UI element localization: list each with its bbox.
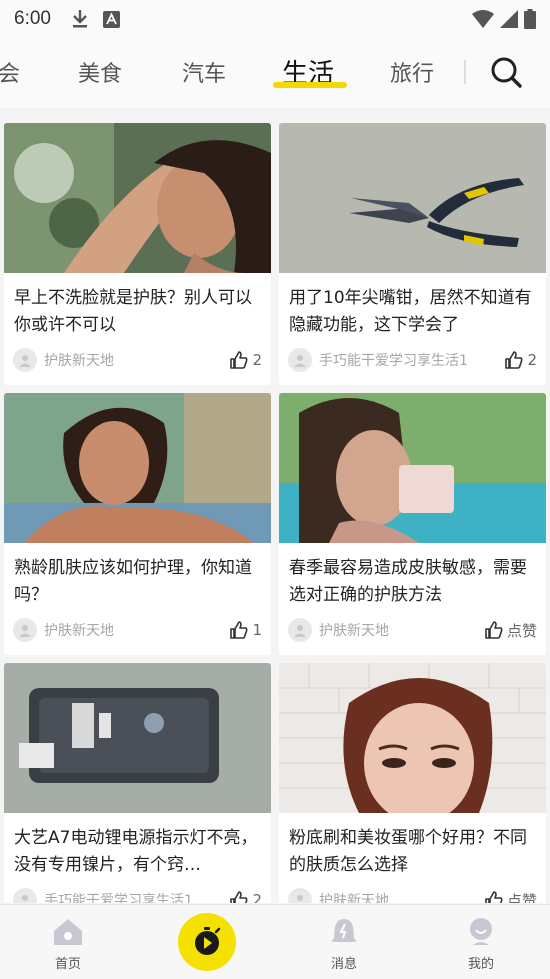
avatar[interactable] (13, 618, 37, 642)
like-button[interactable]: 2 (504, 350, 537, 370)
thumbs-up-icon (505, 351, 523, 369)
author-name[interactable]: 手巧能干爱学习享生活1 (319, 350, 468, 370)
play-icon (195, 927, 221, 955)
bottom-nav: 首页 消息 我的 (0, 904, 550, 979)
nav-home-label: 首页 (54, 957, 81, 972)
nav-messages-label: 消息 (330, 957, 357, 972)
user-icon (19, 355, 31, 367)
card-title: 用了10年尖嘴钳，居然不知道有隐藏功能，这下学会了 (289, 288, 532, 335)
user-icon (294, 355, 306, 367)
nav-mine-label: 我的 (467, 957, 494, 972)
woman-makeup-photo (279, 663, 546, 813)
nav-home[interactable]: 首页 (33, 915, 103, 972)
author-name[interactable]: 护肤新天地 (319, 620, 389, 640)
woman-pool-photo (4, 393, 271, 543)
card-title: 粉底刷和美妆蛋哪个好用？不同的肤质怎么选择 (289, 828, 527, 875)
woman-drinking-photo (279, 393, 546, 543)
card-title: 大艺A7电动锂电源指示灯不亮，没有专用镍片，有个窍… (14, 828, 258, 875)
user-icon (22, 895, 28, 901)
card-title: 熟龄肌肤应该如何护理，你知道吗？ (14, 558, 252, 605)
like-count: 2 (527, 351, 537, 369)
avatar[interactable] (13, 348, 37, 372)
like-button[interactable]: 点赞 (484, 620, 537, 641)
wifi-icon (472, 10, 494, 28)
like-count: 2 (252, 351, 262, 369)
status-bar: 6:00 (0, 0, 550, 38)
thumbs-up-icon (230, 621, 248, 639)
active-tab-indicator (273, 82, 347, 88)
tab-cars[interactable]: 汽车 (182, 56, 226, 88)
home-icon (54, 919, 82, 945)
author-name[interactable]: 护肤新天地 (44, 350, 114, 370)
user-icon (297, 895, 303, 901)
video-card[interactable]: 大艺A7电动锂电源指示灯不亮，没有专用镍片，有个窍… 手巧能干爱学习享生活1 2 (4, 663, 271, 903)
profile-icon (470, 918, 492, 945)
card-title: 春季最容易造成皮肤敏感，需要选对正确的护肤方法 (289, 558, 527, 605)
video-card[interactable]: 春季最容易造成皮肤敏感，需要选对正确的护肤方法 护肤新天地 点赞 (279, 393, 546, 655)
video-feed: 早上不洗脸就是护肤？别人可以你或许不可以 护肤新天地 2 用了10年尖嘴钳，居然… (4, 123, 548, 903)
tab-food[interactable]: 美食 (78, 56, 122, 88)
bell-icon (332, 919, 356, 942)
author-name[interactable]: 手巧能干爱学习享生活1 (44, 890, 193, 903)
nav-mine[interactable]: 我的 (446, 915, 516, 972)
battery-icon (524, 9, 536, 29)
thumbs-up-icon (230, 351, 248, 369)
like-button[interactable]: 2 (229, 890, 262, 903)
author-name[interactable]: 护肤新天地 (44, 620, 114, 640)
video-play-button[interactable] (178, 913, 236, 971)
like-count: 点赞 (506, 891, 537, 904)
tab-divider (464, 60, 466, 84)
like-count: 2 (252, 891, 262, 903)
user-icon (294, 625, 306, 637)
video-card[interactable]: 早上不洗脸就是护肤？别人可以你或许不可以 护肤新天地 2 (4, 123, 271, 385)
author-name[interactable]: 护肤新天地 (319, 890, 389, 903)
search-icon[interactable] (488, 54, 524, 90)
download-icon (72, 10, 87, 28)
user-icon (19, 625, 31, 637)
video-card[interactable]: 用了10年尖嘴钳，居然不知道有隐藏功能，这下学会了 手巧能干爱学习享生活1 2 (279, 123, 546, 385)
video-card[interactable]: 熟龄肌肤应该如何护理，你知道吗？ 护肤新天地 1 (4, 393, 271, 655)
avatar[interactable] (288, 888, 312, 903)
thumbs-up-icon (485, 891, 503, 903)
status-time: 6:00 (14, 8, 51, 29)
card-title: 早上不洗脸就是护肤？别人可以你或许不可以 (14, 288, 252, 335)
thumbs-up-icon (230, 891, 248, 903)
like-button[interactable]: 2 (229, 350, 262, 370)
avatar[interactable] (13, 888, 37, 903)
thumbs-up-icon (485, 621, 503, 639)
like-button[interactable]: 点赞 (484, 890, 537, 904)
tab-travel[interactable]: 旅行 (390, 56, 434, 88)
like-count: 点赞 (506, 621, 537, 640)
avatar[interactable] (288, 618, 312, 642)
like-button[interactable]: 1 (229, 620, 262, 640)
nav-messages[interactable]: 消息 (309, 915, 379, 972)
pliers-photo (279, 123, 546, 273)
tab-partial[interactable]: 会 (0, 56, 20, 88)
keyboard-a-icon (102, 10, 120, 28)
avatar[interactable] (288, 348, 312, 372)
woman-shower-photo (4, 123, 271, 273)
category-tab-bar: 会 美食 汽车 生活 旅行 (0, 38, 550, 108)
battery-photo (4, 663, 271, 813)
video-card[interactable]: 粉底刷和美妆蛋哪个好用？不同的肤质怎么选择 护肤新天地 点赞 (279, 663, 546, 903)
signal-icon (500, 10, 518, 28)
like-count: 1 (252, 621, 262, 639)
